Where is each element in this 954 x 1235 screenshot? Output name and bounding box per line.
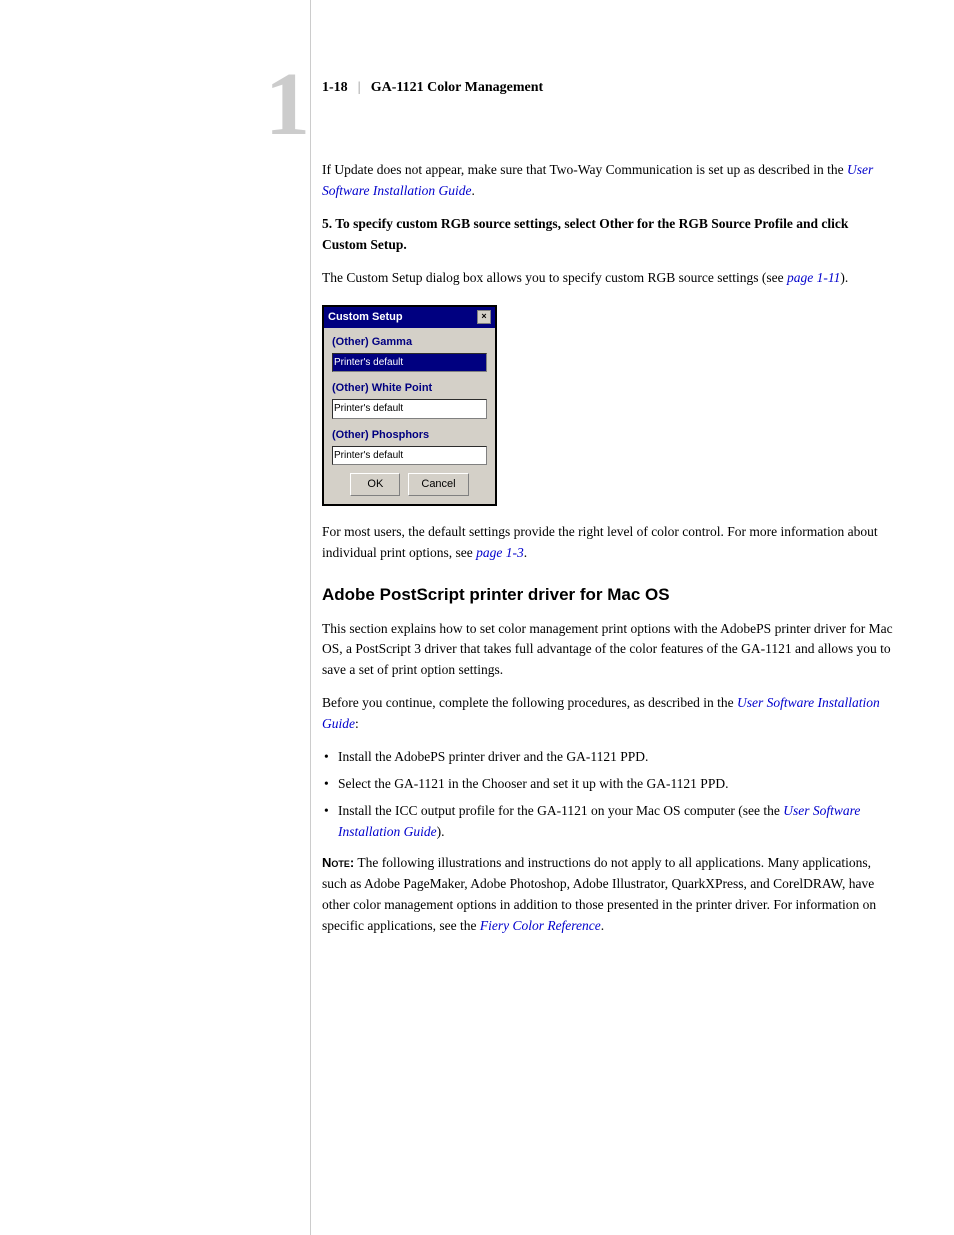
bullet-item-2: Select the GA-1121 in the Chooser and se… [322, 774, 894, 795]
dialog-title: Custom Setup [328, 309, 403, 326]
para-after-text: The Custom Setup dialog box allows you t… [322, 270, 787, 285]
left-rule [310, 0, 311, 1235]
step5-number: 5. [322, 216, 332, 231]
phosphors-label: (Other) Phosphors [332, 427, 487, 444]
note-end: . [601, 918, 604, 933]
dialog-titlebar: Custom Setup × [324, 307, 495, 328]
para-after-end: ). [840, 270, 848, 285]
main-content: If Update does not appear, make sure tha… [322, 160, 894, 947]
white-point-label: (Other) White Point [332, 380, 487, 397]
para-after-step: The Custom Setup dialog box allows you t… [322, 268, 894, 289]
page-container: 1 1-18 | GA-1121 Color Management If Upd… [0, 0, 954, 1235]
chapter-number: 1 [200, 60, 310, 150]
fiery-color-link[interactable]: Fiery Color Reference [480, 918, 601, 933]
intro-paragraph: If Update does not appear, make sure tha… [322, 160, 894, 202]
dialog-close-button[interactable]: × [477, 310, 491, 324]
intro-text: If Update does not appear, make sure tha… [322, 162, 847, 177]
page-number: 1-18 [322, 80, 348, 96]
for-most-users-para: For most users, the default settings pro… [322, 522, 894, 564]
note-label: Note: [322, 855, 354, 870]
step5-text: To specify custom RGB source settings, s… [322, 216, 848, 252]
before-continue-text: Before you continue, complete the follow… [322, 695, 737, 710]
gamma-select[interactable]: Printer's default [332, 353, 487, 373]
phosphors-select[interactable]: Printer's default [332, 446, 487, 466]
bullet-list: Install the AdobePS printer driver and t… [322, 747, 894, 843]
chapter-area: 1 [200, 60, 310, 150]
before-continue-para: Before you continue, complete the follow… [322, 693, 894, 735]
header-title: GA-1121 Color Management [371, 80, 543, 96]
bullet-item-3: Install the ICC output profile for the G… [322, 801, 894, 843]
section-para1: This section explains how to set color m… [322, 619, 894, 682]
step5-label: 5. To specify custom RGB source settings… [322, 214, 894, 256]
dialog-buttons: OK Cancel [332, 473, 487, 496]
gamma-label: (Other) Gamma [332, 334, 487, 351]
dialog-container: Custom Setup × (Other) Gamma Printer's d… [322, 305, 894, 507]
bullet-1-text: Install the AdobePS printer driver and t… [338, 749, 648, 764]
bullet-item-1: Install the AdobePS printer driver and t… [322, 747, 894, 768]
custom-setup-dialog: Custom Setup × (Other) Gamma Printer's d… [322, 305, 497, 507]
dialog-body: (Other) Gamma Printer's default (Other) … [324, 328, 495, 505]
chapter-header: 1-18 | GA-1121 Color Management [322, 80, 543, 96]
section-heading: Adobe PostScript printer driver for Mac … [322, 582, 894, 608]
for-most-end: . [524, 545, 527, 560]
for-most-text: For most users, the default settings pro… [322, 524, 878, 560]
bullet-3-start: Install the ICC output profile for the G… [338, 803, 783, 818]
intro-end: . [472, 183, 475, 198]
note-block: Note: The following illustrations and in… [322, 853, 894, 937]
bullet-3-end: ). [437, 824, 445, 839]
page-1-3-link[interactable]: page 1-3 [476, 545, 524, 560]
ok-button[interactable]: OK [350, 473, 400, 496]
white-point-select[interactable]: Printer's default [332, 399, 487, 419]
bullet-2-text: Select the GA-1121 in the Chooser and se… [338, 776, 728, 791]
page-ref-link[interactable]: page 1-11 [787, 270, 840, 285]
before-continue-end: : [355, 716, 359, 731]
cancel-button[interactable]: Cancel [408, 473, 468, 496]
